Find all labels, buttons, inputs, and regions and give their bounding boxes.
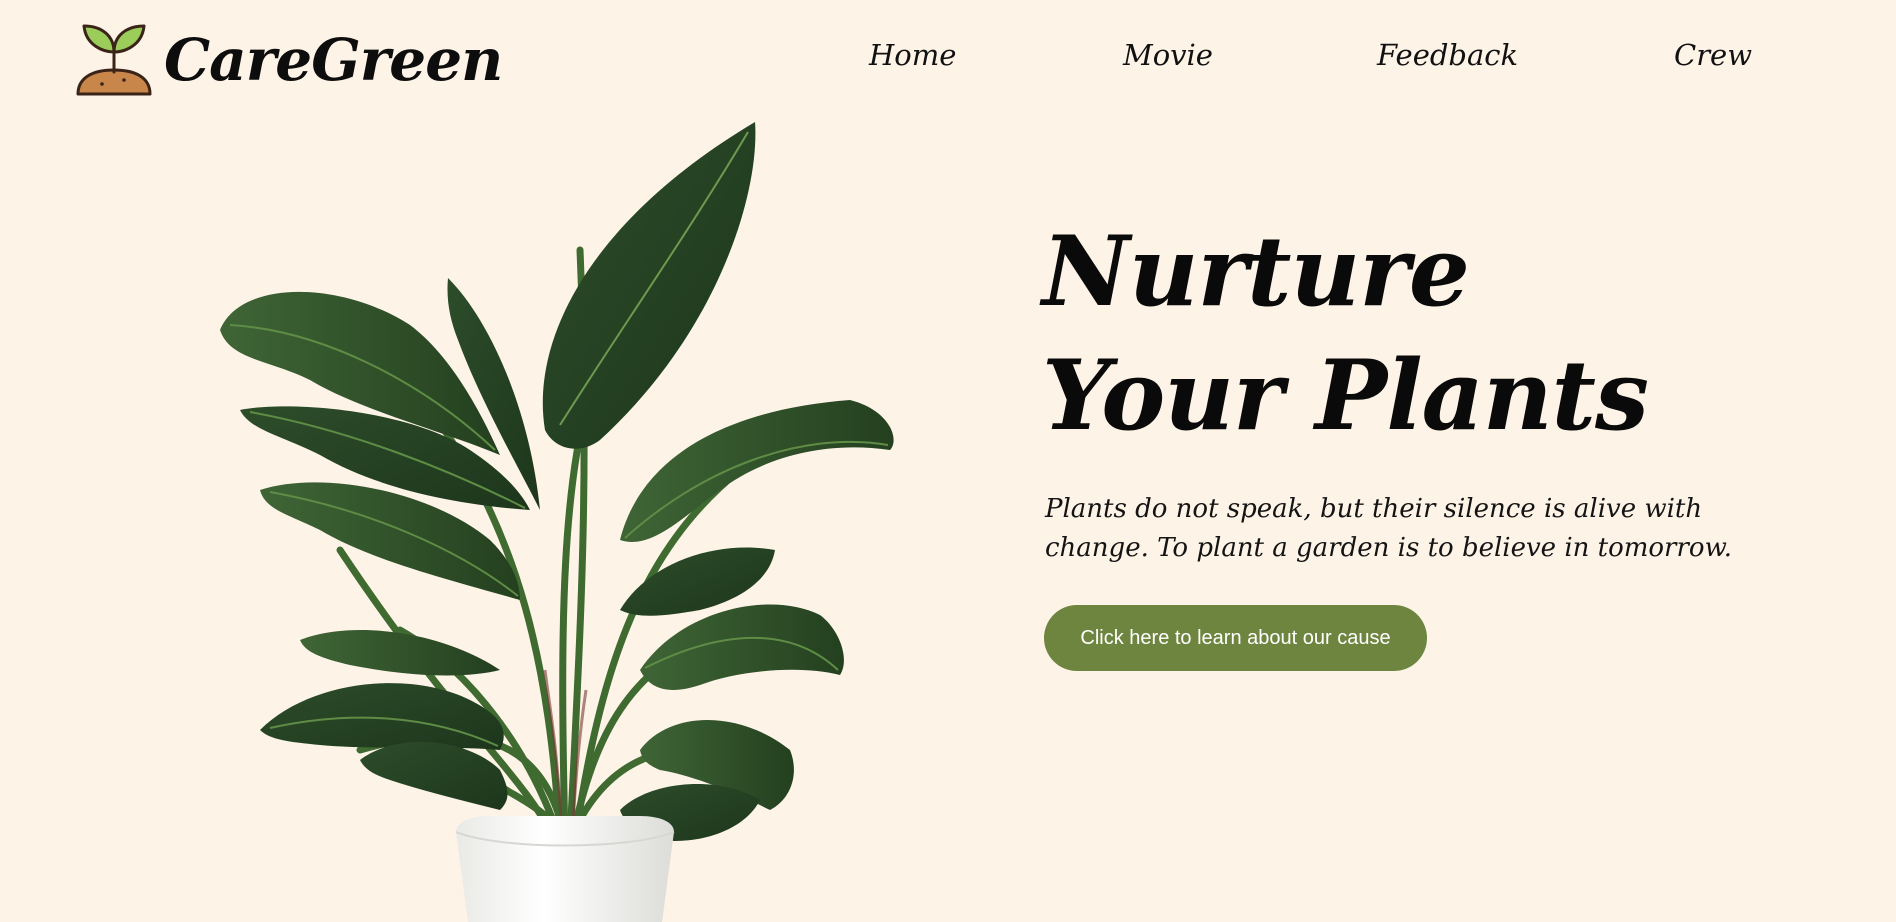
learn-cause-button[interactable]: Click here to learn about our cause bbox=[1044, 605, 1427, 671]
hero-description: Plants do not speak, but their silence i… bbox=[1045, 494, 1733, 563]
nav-item-feedback[interactable]: Feedback bbox=[1377, 38, 1518, 72]
site-header: CareGreen Home Movie Feedback Crew bbox=[0, 0, 1896, 122]
hero-title-line-2: Your Plants bbox=[1042, 339, 1649, 452]
hero-title: Nurture Your Plants bbox=[1042, 210, 1802, 458]
potted-plant-image bbox=[220, 122, 894, 922]
nav-item-home[interactable]: Home bbox=[869, 38, 956, 72]
hero-title-line-1: Nurture bbox=[1042, 215, 1470, 328]
nav-item-crew[interactable]: Crew bbox=[1674, 38, 1752, 72]
main-nav: Home Movie Feedback Crew bbox=[0, 38, 1896, 88]
nav-item-movie[interactable]: Movie bbox=[1123, 38, 1213, 72]
